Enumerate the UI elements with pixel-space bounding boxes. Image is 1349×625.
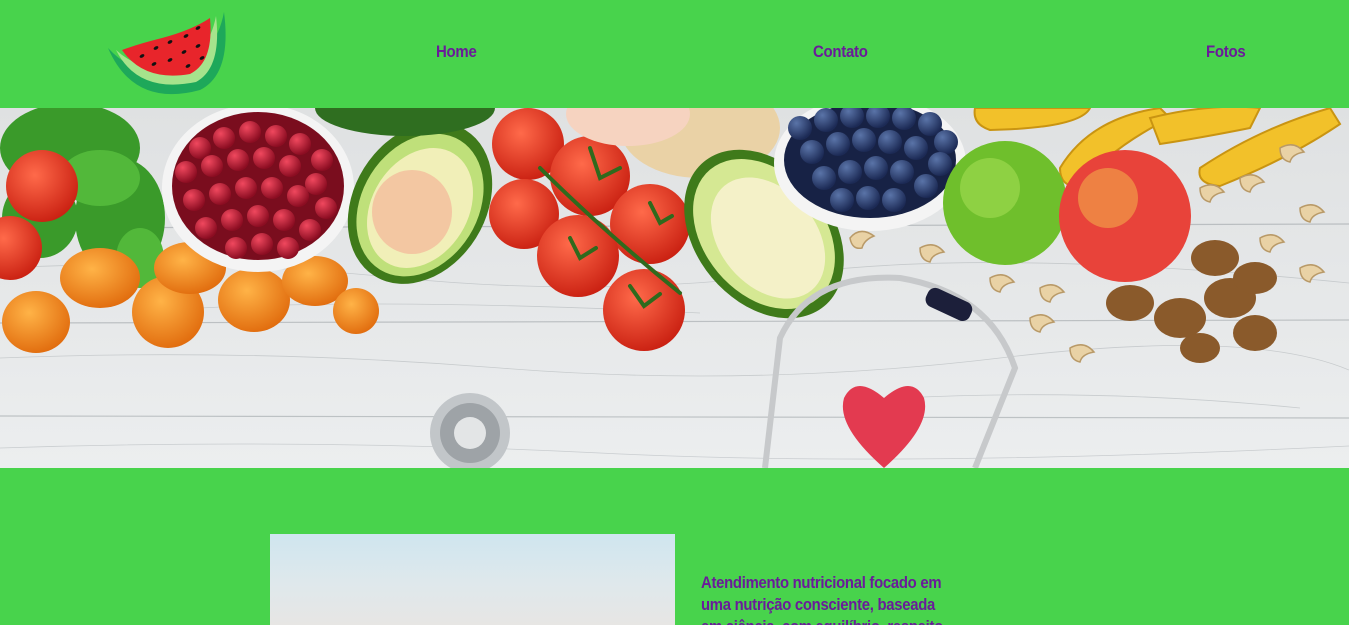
hero-banner-image: [0, 108, 1349, 468]
nav-link-fotos[interactable]: Fotos: [1206, 42, 1246, 62]
watermelon-logo-icon[interactable]: [104, 8, 232, 100]
intro-paragraph: Atendimento nutricional focado em uma nu…: [701, 572, 991, 625]
content-photo: [270, 534, 675, 625]
nav-link-contato[interactable]: Contato: [813, 42, 868, 62]
intro-line-1: Atendimento nutricional focado em: [701, 574, 942, 592]
nav-link-home[interactable]: Home: [436, 42, 477, 62]
site-header: Home Contato Fotos: [0, 0, 1349, 108]
intro-line-2: uma nutrição consciente, baseada: [701, 596, 935, 614]
intro-line-3: em ciência, com equilíbrio, respeito: [701, 616, 962, 625]
